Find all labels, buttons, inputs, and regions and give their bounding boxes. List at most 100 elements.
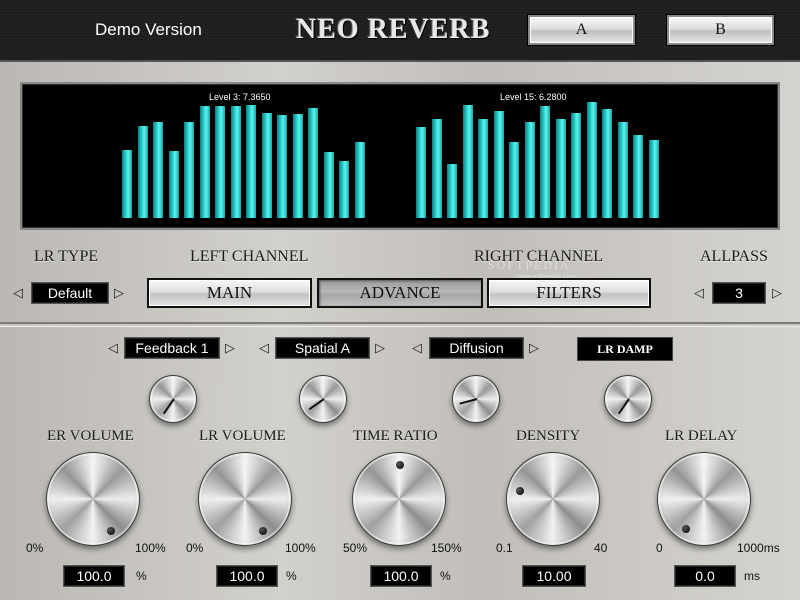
left-meter-bar [292,114,303,218]
right-meter-bar [447,164,457,218]
er-volume-min: 0% [26,541,44,555]
lr-type-label: LR TYPE [34,248,99,265]
app-title: NEO REVERB [296,14,491,45]
feedback-next-icon[interactable]: ▷ [223,340,237,356]
diffusion-selector: Diffusion [429,337,524,359]
left-meter-bar [354,142,365,218]
lr-delay-max: 1000ms [737,541,780,555]
time-ratio-knob[interactable] [352,452,446,546]
knob-position-dot [396,461,404,469]
knob-indicator-line [459,398,478,405]
density-max: 40 [594,541,608,555]
lr-damp-knob[interactable] [604,375,652,423]
diffusion-prev-icon[interactable]: ◁ [410,340,424,356]
right-meter-bars [416,100,666,218]
lr-volume-knob[interactable] [198,452,292,546]
demo-version-label: Demo Version [95,20,202,39]
left-meter-bar [184,122,194,218]
left-meter-bars [122,100,372,218]
allpass-value: 3 [712,282,766,304]
knob-indicator-line [162,398,175,415]
lr-volume-label: LR VOLUME [199,428,286,444]
spatial-prev-icon[interactable]: ◁ [257,340,271,356]
feedback-prev-icon[interactable]: ◁ [106,340,120,356]
preset-a-button[interactable]: A [528,15,635,45]
lr-delay-value[interactable]: 0.0 [674,565,736,587]
left-meter-bar [277,115,287,218]
knob-position-dot [107,527,115,535]
diffusion-next-icon[interactable]: ▷ [527,340,541,356]
time-ratio-min: 50% [343,541,368,555]
allpass-next-icon[interactable]: ▷ [770,285,784,301]
spatial-selector: Spatial A [275,337,370,359]
preset-b-button[interactable]: B [667,15,774,45]
right-meter-bar [602,109,612,218]
right-meter-bar [462,105,473,218]
lr-delay-min: 0 [656,541,663,555]
lr-volume-max: 100% [285,541,316,555]
diffusion-knob[interactable] [452,375,500,423]
left-meter-bar [323,152,334,218]
left-channel-label: LEFT CHANNEL [190,248,309,265]
left-meter-bar [261,113,272,218]
lr-volume-unit: % [286,569,297,583]
tab-advance[interactable]: ADVANCE [317,278,483,308]
right-meter-bar [540,106,550,218]
density-value[interactable]: 10.00 [522,565,586,587]
left-meter-bar [168,151,179,218]
lr-delay-unit: ms [744,569,760,583]
density-min: 0.1 [496,541,513,555]
left-meter-bar [230,106,241,218]
right-meter-bar [555,119,566,218]
time-ratio-value[interactable]: 100.0 [370,565,432,587]
spatial-knob[interactable] [299,375,347,423]
right-meter-bar [586,102,597,218]
tab-filters[interactable]: FILTERS [487,278,651,308]
feedback-knob[interactable] [149,375,197,423]
left-meter-bar [215,106,225,218]
knob-position-dot [259,527,267,535]
left-meter-bar [246,105,256,218]
left-meter-bar [122,150,132,218]
right-meter-bar [617,122,628,218]
lr-type-prev-icon[interactable]: ◁ [11,285,25,301]
left-meter-bar [308,108,318,218]
left-meter-bar [199,106,210,218]
left-meter-bar [339,161,349,218]
er-volume-value[interactable]: 100.0 [63,565,125,587]
density-label: DENSITY [516,428,581,444]
lr-damp-button[interactable]: LR DAMP [577,337,673,361]
softpedia-watermark: SOFTPEDIA [488,258,571,272]
time-ratio-label: TIME RATIO [353,428,438,444]
allpass-label: ALLPASS [700,248,768,265]
right-meter-bar [416,127,426,218]
time-ratio-max: 150% [431,541,462,555]
right-meter-bar [431,119,442,218]
lr-type-value: Default [31,282,109,304]
left-meter-bar [153,122,163,218]
lr-type-next-icon[interactable]: ▷ [112,285,126,301]
lr-volume-value[interactable]: 100.0 [216,565,278,587]
tab-main[interactable]: MAIN [147,278,312,308]
lr-volume-min: 0% [186,541,204,555]
right-meter-bar [633,135,643,218]
spatial-next-icon[interactable]: ▷ [373,340,387,356]
er-volume-label: ER VOLUME [47,428,134,444]
left-meter-bar [137,126,148,218]
knob-position-dot [682,525,690,533]
lr-delay-knob[interactable] [657,452,751,546]
allpass-prev-icon[interactable]: ◁ [692,285,706,301]
right-meter-bar [571,113,581,218]
feedback-selector: Feedback 1 [124,337,220,359]
knob-indicator-line [308,398,325,411]
right-meter-bar [509,142,519,218]
right-meter-bar [524,122,535,218]
right-meter-bar [493,111,504,218]
er-volume-knob[interactable] [46,452,140,546]
knob-indicator-line [617,398,630,415]
er-volume-max: 100% [135,541,166,555]
density-knob[interactable] [506,452,600,546]
right-meter-bar [648,140,659,218]
er-volume-unit: % [136,569,147,583]
lr-delay-label: LR DELAY [665,428,738,444]
